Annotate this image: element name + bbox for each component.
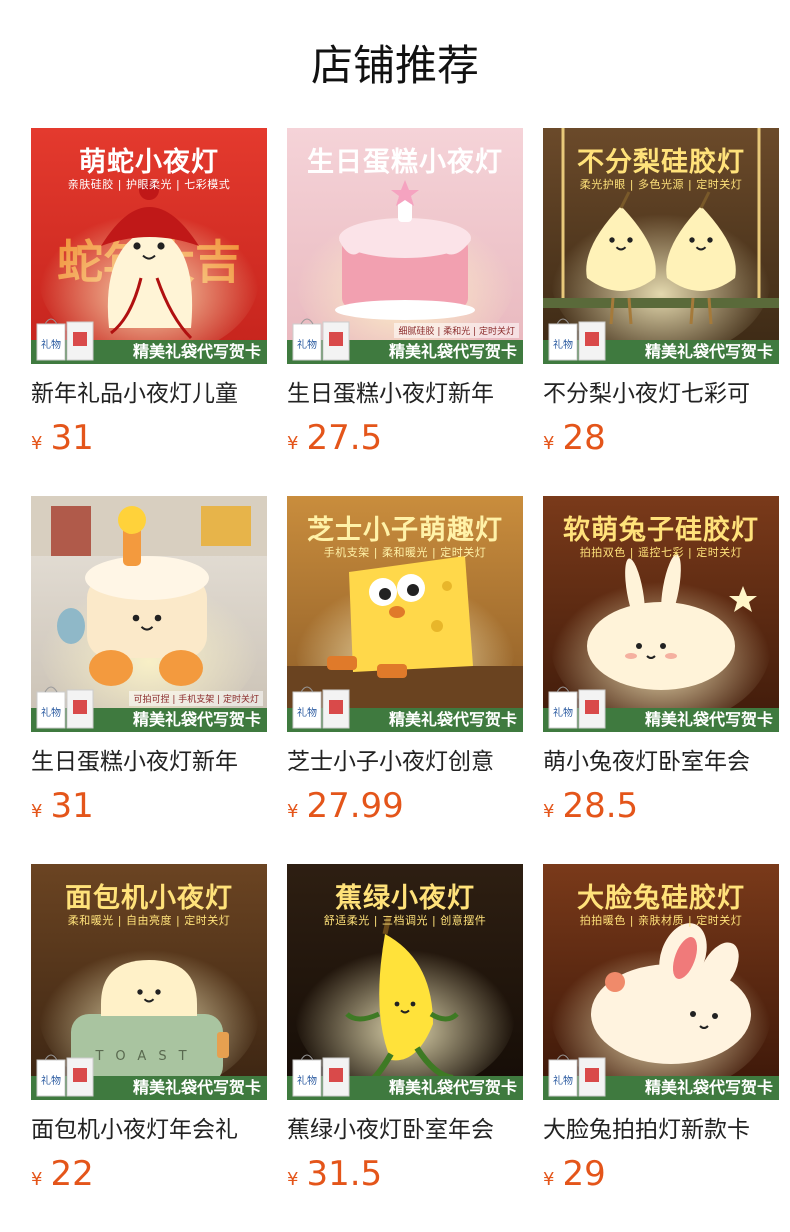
product-price: 31 bbox=[50, 786, 94, 826]
image-headline: 不分梨硅胶灯 bbox=[577, 147, 745, 178]
image-tagline: 可拍可捏 | 手机支架 | 定时关灯 bbox=[129, 691, 263, 706]
gift-bag-text: 礼物 bbox=[297, 706, 317, 719]
image-headline: 萌蛇小夜灯 bbox=[79, 147, 219, 178]
price-row: ¥28 bbox=[543, 418, 779, 458]
image-subtitle: 柔和暖光 | 自由亮度 | 定时关灯 bbox=[67, 914, 231, 927]
product-name[interactable]: 萌小兔夜灯卧室年会 bbox=[543, 746, 779, 778]
product-card[interactable]: 生日蛋糕小夜灯 细腻硅胶 | 柔和光 | 定时关灯 精美礼袋代写贺卡 礼物 生日蛋糕小夜… bbox=[287, 128, 523, 458]
currency-symbol: ¥ bbox=[31, 433, 43, 454]
gift-bag-icon: 礼物 bbox=[548, 318, 606, 361]
currency-symbol: ¥ bbox=[543, 433, 555, 454]
page-title: 店铺推荐 bbox=[310, 41, 479, 90]
image-headline: 芝士小子萌趣灯 bbox=[307, 515, 503, 546]
gift-bag-icon: 礼物 bbox=[548, 686, 606, 729]
gift-bag-icon: 礼物 bbox=[36, 1054, 94, 1097]
product-card[interactable]: 蛇年大吉萌蛇小夜灯亲肤硅胶 | 护眼柔光 | 七彩模式精美礼袋代写贺卡礼物新年礼… bbox=[31, 128, 267, 458]
product-price: 31 bbox=[50, 418, 94, 458]
price-row: ¥31.5 bbox=[287, 1154, 523, 1194]
product-image[interactable]: TOAST 面包机小夜灯 柔和暖光 | 自由亮度 | 定时关灯 精美礼袋代写贺卡 礼物 bbox=[31, 864, 267, 1100]
price-row: ¥27.99 bbox=[287, 786, 523, 826]
gift-bag-icon: 礼物 bbox=[292, 318, 350, 361]
product-name[interactable]: 蕉绿小夜灯卧室年会 bbox=[287, 1114, 523, 1146]
product-name[interactable]: 生日蛋糕小夜灯新年 bbox=[287, 378, 523, 410]
product-image[interactable]: 可拍可捏 | 手机支架 | 定时关灯 精美礼袋代写贺卡 礼物 bbox=[31, 496, 267, 732]
image-subtitle: 舒适柔光 | 三档调光 | 创意摆件 bbox=[323, 914, 487, 927]
price-row: ¥31 bbox=[31, 786, 267, 826]
image-subtitle: 手机支架 | 柔和暖光 | 定时关灯 bbox=[323, 546, 487, 559]
product-image[interactable]: 软萌兔子硅胶灯 拍拍双色 | 遥控七彩 | 定时关灯 精美礼袋代写贺卡 礼物 bbox=[543, 496, 779, 732]
product-image[interactable]: 生日蛋糕小夜灯 细腻硅胶 | 柔和光 | 定时关灯 精美礼袋代写贺卡 礼物 bbox=[287, 128, 523, 364]
image-headline: 蕉绿小夜灯 bbox=[335, 883, 475, 914]
price-row: ¥31 bbox=[31, 418, 267, 458]
product-price: 29 bbox=[562, 1154, 606, 1194]
image-subtitle: 拍拍暖色 | 亲肤材质 | 定时关灯 bbox=[579, 914, 743, 927]
product-price: 31.5 bbox=[306, 1154, 383, 1194]
image-headline: 大脸兔硅胶灯 bbox=[577, 883, 745, 914]
currency-symbol: ¥ bbox=[31, 1169, 43, 1190]
gift-bag-icon: 礼物 bbox=[36, 686, 94, 729]
product-card[interactable]: 芝士小子萌趣灯 手机支架 | 柔和暖光 | 定时关灯 精美礼袋代写贺卡 礼物芝士小子小… bbox=[287, 496, 523, 826]
gift-bag-icon: 礼物 bbox=[292, 686, 350, 729]
image-subtitle: 亲肤硅胶 | 护眼柔光 | 七彩模式 bbox=[67, 178, 231, 191]
product-name[interactable]: 不分梨小夜灯七彩可 bbox=[543, 378, 779, 410]
image-tagline: 细腻硅胶 | 柔和光 | 定时关灯 bbox=[394, 323, 519, 338]
svg-text:TOAST: TOAST bbox=[94, 1049, 198, 1064]
gift-bag-text: 礼物 bbox=[553, 706, 573, 719]
product-name[interactable]: 芝士小子小夜灯创意 bbox=[287, 746, 523, 778]
gift-bag-icon: 礼物 bbox=[548, 1054, 606, 1097]
product-card[interactable]: 大脸兔硅胶灯 拍拍暖色 | 亲肤材质 | 定时关灯 精美礼袋代写贺卡 礼物大脸兔拍拍灯… bbox=[543, 864, 779, 1194]
product-card[interactable]: 软萌兔子硅胶灯 拍拍双色 | 遥控七彩 | 定时关灯 精美礼袋代写贺卡 礼物萌小兔夜灯… bbox=[543, 496, 779, 826]
product-name[interactable]: 生日蛋糕小夜灯新年 bbox=[31, 746, 267, 778]
gift-bag-text: 礼物 bbox=[41, 706, 61, 719]
product-card[interactable]: 不分梨硅胶灯 柔光护眼 | 多色光源 | 定时关灯 精美礼袋代写贺卡 礼物不分梨小夜灯… bbox=[543, 128, 779, 458]
currency-symbol: ¥ bbox=[31, 801, 43, 822]
image-headline: 软萌兔子硅胶灯 bbox=[563, 515, 759, 546]
currency-symbol: ¥ bbox=[543, 801, 555, 822]
product-price: 22 bbox=[50, 1154, 94, 1194]
gift-bag-text: 礼物 bbox=[297, 1074, 317, 1087]
product-image[interactable]: 蛇年大吉萌蛇小夜灯亲肤硅胶 | 护眼柔光 | 七彩模式精美礼袋代写贺卡礼物 bbox=[31, 128, 267, 364]
product-price: 27.99 bbox=[306, 786, 404, 826]
gift-bag-icon: 礼物 bbox=[36, 318, 94, 361]
product-price: 28.5 bbox=[562, 786, 639, 826]
product-image[interactable]: 不分梨硅胶灯 柔光护眼 | 多色光源 | 定时关灯 精美礼袋代写贺卡 礼物 bbox=[543, 128, 779, 364]
product-name[interactable]: 新年礼品小夜灯儿童 bbox=[31, 378, 267, 410]
product-image[interactable]: 芝士小子萌趣灯 手机支架 | 柔和暖光 | 定时关灯 精美礼袋代写贺卡 礼物 bbox=[287, 496, 523, 732]
currency-symbol: ¥ bbox=[543, 1169, 555, 1190]
product-name[interactable]: 大脸兔拍拍灯新款卡 bbox=[543, 1114, 779, 1146]
product-name[interactable]: 面包机小夜灯年会礼 bbox=[31, 1114, 267, 1146]
image-subtitle: 柔光护眼 | 多色光源 | 定时关灯 bbox=[579, 178, 743, 191]
currency-symbol: ¥ bbox=[287, 1169, 299, 1190]
gift-bag-text: 礼物 bbox=[41, 1074, 61, 1087]
image-headline: 生日蛋糕小夜灯 bbox=[307, 147, 503, 178]
gift-bag-icon: 礼物 bbox=[292, 1054, 350, 1097]
image-subtitle: 拍拍双色 | 遥控七彩 | 定时关灯 bbox=[579, 546, 743, 559]
product-card[interactable]: TOAST 面包机小夜灯 柔和暖光 | 自由亮度 | 定时关灯 精美礼袋代写贺卡 礼物面… bbox=[31, 864, 267, 1194]
product-card[interactable]: 蕉绿小夜灯 舒适柔光 | 三档调光 | 创意摆件 精美礼袋代写贺卡 礼物蕉绿小夜灯卧室… bbox=[287, 864, 523, 1194]
currency-symbol: ¥ bbox=[287, 433, 299, 454]
price-row: ¥29 bbox=[543, 1154, 779, 1194]
price-row: ¥28.5 bbox=[543, 786, 779, 826]
gift-bag-text: 礼物 bbox=[553, 338, 573, 351]
currency-symbol: ¥ bbox=[287, 801, 299, 822]
image-headline: 面包机小夜灯 bbox=[65, 883, 233, 914]
price-row: ¥27.5 bbox=[287, 418, 523, 458]
gift-bag-text: 礼物 bbox=[553, 1074, 573, 1087]
product-price: 27.5 bbox=[306, 418, 383, 458]
price-row: ¥22 bbox=[31, 1154, 267, 1194]
gift-bag-text: 礼物 bbox=[41, 338, 61, 351]
gift-bag-text: 礼物 bbox=[297, 338, 317, 351]
product-image[interactable]: 大脸兔硅胶灯 拍拍暖色 | 亲肤材质 | 定时关灯 精美礼袋代写贺卡 礼物 bbox=[543, 864, 779, 1100]
product-image[interactable]: 蕉绿小夜灯 舒适柔光 | 三档调光 | 创意摆件 精美礼袋代写贺卡 礼物 bbox=[287, 864, 523, 1100]
product-price: 28 bbox=[562, 418, 606, 458]
product-card[interactable]: 可拍可捏 | 手机支架 | 定时关灯 精美礼袋代写贺卡 礼物生日蛋糕小夜灯新年 ¥31 bbox=[31, 496, 267, 826]
